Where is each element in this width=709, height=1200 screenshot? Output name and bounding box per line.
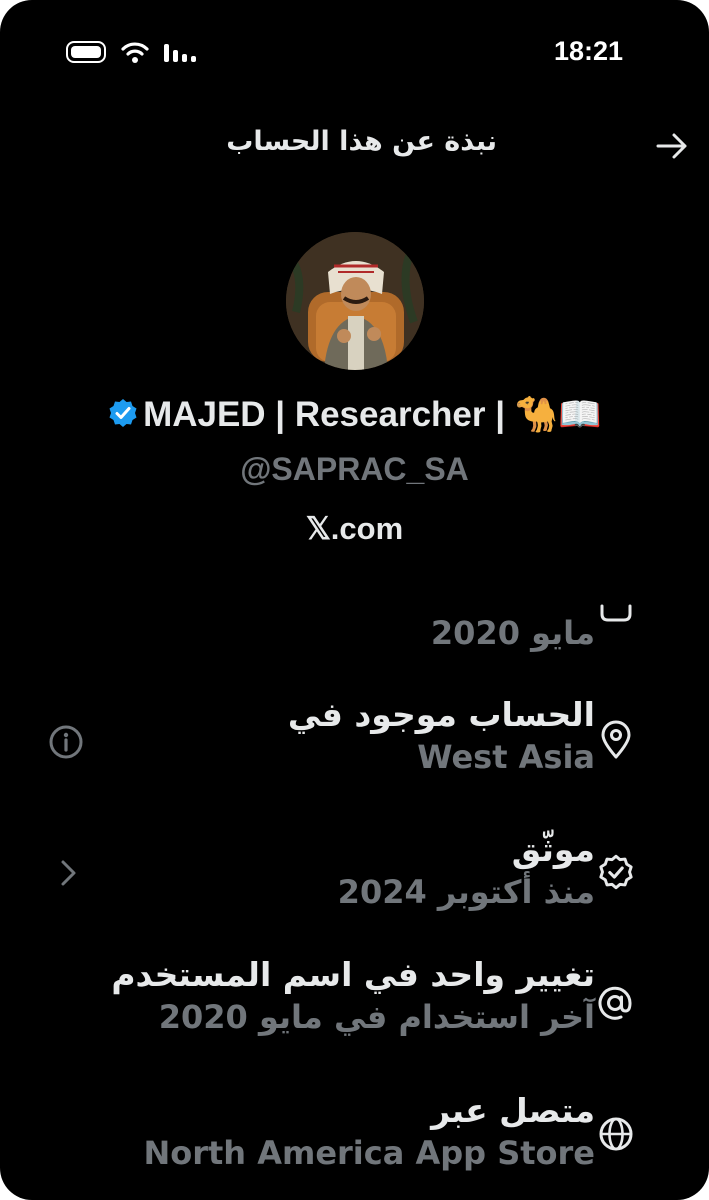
- row-subtitle: آخر استخدام في مايو 2020: [158, 998, 595, 1036]
- wifi-icon: [121, 42, 149, 63]
- verified-badge-icon: [109, 399, 137, 427]
- avatar[interactable]: [286, 232, 424, 370]
- profile-site-link[interactable]: 𝕏.com: [0, 511, 709, 547]
- verified-badge-outline-icon: [599, 854, 633, 890]
- battery-icon: [66, 41, 106, 63]
- location-pin-icon: [601, 720, 631, 759]
- row-subtitle: West Asia: [417, 738, 595, 776]
- profile-handle: @SAPRAC_SA: [240, 451, 469, 487]
- row-username-change: تغيير واحد في اسم المستخدم آخر استخدام ف…: [111, 954, 595, 1038]
- row-verified[interactable]: موثّق منذ أكتوبر 2024: [338, 829, 595, 913]
- globe-icon: [599, 1117, 633, 1151]
- row-subtitle: North America App Store: [143, 1134, 595, 1172]
- screen: 18:21 نبذة عن هذا الحساب MAJED | Researc…: [0, 0, 709, 1200]
- display-name-text: MAJED | Researcher | 🐪📖: [143, 395, 602, 434]
- profile-display-name: MAJED | Researcher | 🐪📖: [0, 394, 709, 435]
- row-title: تغيير واحد في اسم المستخدم: [111, 955, 595, 994]
- row-title: موثّق: [511, 830, 595, 869]
- at-sign-icon: [598, 986, 632, 1020]
- info-icon[interactable]: [48, 724, 84, 760]
- back-arrow-icon[interactable]: [655, 130, 689, 162]
- row-title: متصل عبر: [431, 1091, 595, 1130]
- row-joined-date: مايو 2020: [431, 612, 595, 654]
- row-title: الحساب موجود في: [287, 695, 595, 734]
- page-title: نبذة عن هذا الحساب: [226, 126, 497, 157]
- calendar-icon: [600, 604, 632, 622]
- row-account-location: الحساب موجود في West Asia: [288, 694, 595, 778]
- avatar-illustration: [286, 232, 424, 370]
- chevron-right-icon[interactable]: [58, 858, 80, 888]
- status-bar: 18:21: [0, 0, 709, 100]
- row-connected-via: متصل عبر North America App Store: [143, 1090, 595, 1174]
- status-time: 18:21: [553, 36, 623, 66]
- row-subtitle: منذ أكتوبر 2024: [337, 873, 595, 911]
- row-subtitle: مايو 2020: [430, 614, 595, 652]
- signal-bars-icon: [164, 44, 196, 62]
